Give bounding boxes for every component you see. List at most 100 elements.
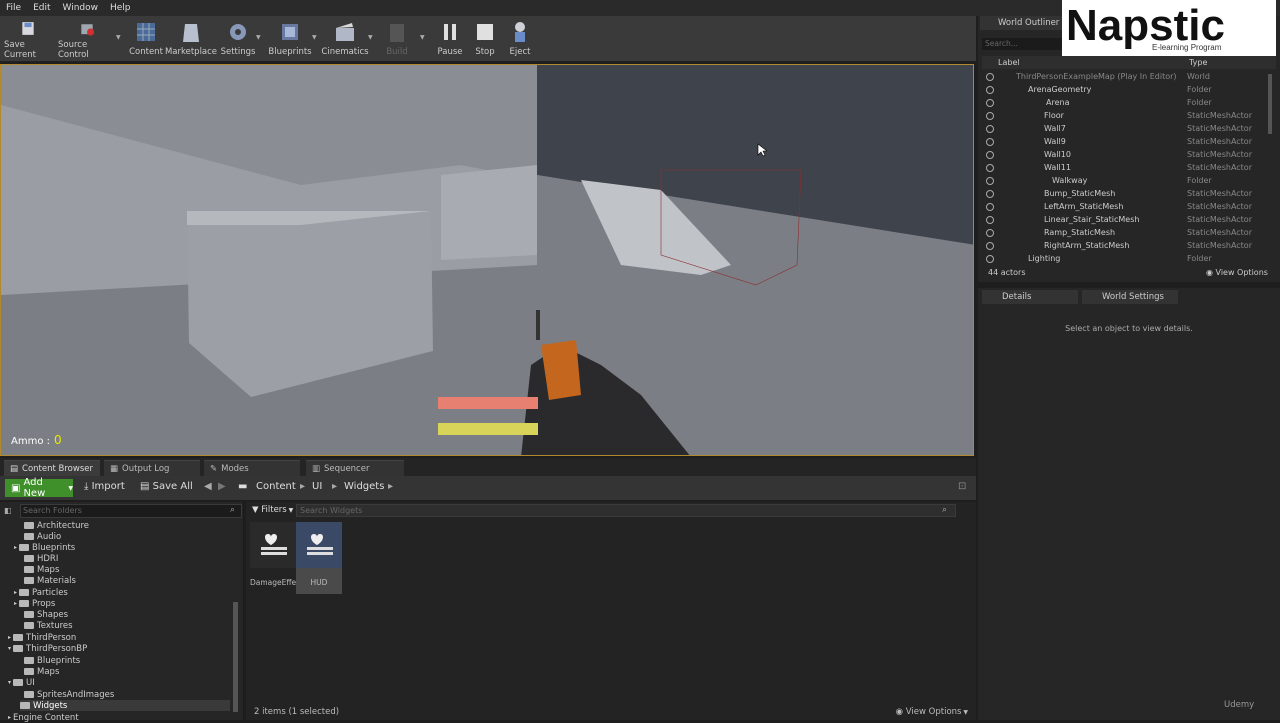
- visibility-icon[interactable]: [986, 229, 994, 237]
- visibility-icon[interactable]: [986, 73, 994, 81]
- chevron-down-icon[interactable]: ▼: [368, 34, 373, 41]
- menu-window[interactable]: Window: [57, 3, 105, 13]
- visibility-icon[interactable]: [986, 216, 994, 224]
- expand-arrow-icon[interactable]: ▸: [8, 634, 11, 641]
- outliner-row[interactable]: Wall7 StaticMeshActor: [982, 124, 1272, 136]
- lock-icon[interactable]: ⊡: [958, 481, 966, 492]
- folder-item-selected[interactable]: Widgets: [20, 700, 230, 711]
- folder-item[interactable]: ▾ UI: [8, 677, 35, 688]
- folder-item[interactable]: ▸ Blueprints: [14, 542, 75, 553]
- tab-world-outliner[interactable]: World Outliner: [980, 16, 1068, 30]
- import-button[interactable]: ⤓ Import: [84, 481, 125, 492]
- outliner-row[interactable]: Linear_Stair_StaticMesh StaticMeshActor: [982, 215, 1272, 227]
- chevron-down-icon[interactable]: ▼: [256, 34, 261, 41]
- asset-tile[interactable]: DamageEffect: [250, 522, 296, 594]
- tab-details[interactable]: Details: [982, 290, 1078, 304]
- folder-item[interactable]: SpritesAndImages: [24, 689, 114, 700]
- chevron-down-icon[interactable]: ▼: [312, 34, 317, 41]
- column-label[interactable]: Label: [998, 58, 1020, 67]
- outliner-row[interactable]: Bump_StaticMesh StaticMeshActor: [982, 189, 1272, 201]
- outliner-row[interactable]: Walkway Folder: [982, 176, 1272, 188]
- menu-edit[interactable]: Edit: [27, 3, 56, 13]
- visibility-icon[interactable]: [986, 255, 994, 263]
- visibility-icon[interactable]: [986, 203, 994, 211]
- source-control-button[interactable]: Source Control: [58, 18, 116, 60]
- blueprints-button[interactable]: Blueprints: [268, 18, 312, 60]
- folder-item[interactable]: ▸ ThirdPerson: [8, 632, 76, 643]
- outliner-row[interactable]: Ramp_StaticMesh StaticMeshActor: [982, 228, 1272, 240]
- outliner-row[interactable]: Arena Folder: [982, 98, 1272, 110]
- folder-item[interactable]: Audio: [24, 531, 61, 542]
- save-current-button[interactable]: Save Current: [4, 18, 52, 60]
- visibility-icon[interactable]: [986, 151, 994, 159]
- folder-item[interactable]: ▾ ThirdPersonBP: [8, 643, 87, 654]
- visibility-icon[interactable]: [986, 177, 994, 185]
- marketplace-button[interactable]: Marketplace: [165, 18, 217, 60]
- menu-help[interactable]: Help: [104, 3, 137, 13]
- scrollbar[interactable]: [1268, 74, 1272, 134]
- tab-world-settings[interactable]: World Settings: [1082, 290, 1178, 304]
- stop-button[interactable]: Stop: [472, 18, 498, 60]
- asset-tile-selected[interactable]: HUD: [296, 522, 342, 594]
- menu-file[interactable]: File: [0, 3, 27, 13]
- outliner-row[interactable]: Floor StaticMeshActor: [982, 111, 1272, 123]
- game-viewport[interactable]: Ammo : 0: [0, 64, 974, 456]
- content-button[interactable]: Content: [128, 18, 164, 60]
- collapse-panel-icon[interactable]: ◧: [4, 506, 12, 515]
- folder-item[interactable]: Shapes: [24, 609, 68, 620]
- build-button[interactable]: Build: [380, 18, 414, 60]
- visibility-icon[interactable]: [986, 138, 994, 146]
- outliner-row[interactable]: Wall11 StaticMeshActor: [982, 163, 1272, 175]
- scrollbar[interactable]: [233, 602, 238, 712]
- visibility-icon[interactable]: [986, 190, 994, 198]
- outliner-search-input[interactable]: Search...: [982, 38, 1062, 50]
- visibility-icon[interactable]: [986, 125, 994, 133]
- save-all-button[interactable]: ▤ Save All: [140, 481, 193, 492]
- tab-output-log[interactable]: ▦ Output Log: [104, 460, 200, 476]
- add-new-button[interactable]: ▣ Add New ▼: [5, 477, 73, 499]
- folder-item[interactable]: Blueprints: [24, 655, 80, 666]
- settings-button[interactable]: Settings: [220, 18, 256, 60]
- folder-item[interactable]: ▸ Particles: [14, 587, 68, 598]
- outliner-row[interactable]: ThirdPersonExampleMap (Play In Editor) Wo…: [982, 72, 1272, 84]
- view-options-button[interactable]: ◉ View Options: [1206, 268, 1268, 277]
- outliner-row[interactable]: Lighting Folder: [982, 254, 1272, 266]
- breadcrumb-ui[interactable]: UI: [312, 481, 322, 492]
- tab-sequencer[interactable]: ▥ Sequencer: [306, 460, 404, 476]
- folder-item[interactable]: ▸ Engine Content: [8, 712, 79, 723]
- outliner-row[interactable]: Wall10 StaticMeshActor: [982, 150, 1272, 162]
- tab-content-browser[interactable]: ▤ Content Browser: [4, 460, 100, 476]
- asset-search-input[interactable]: Search Widgets: [296, 504, 956, 517]
- folder-item[interactable]: HDRI: [24, 553, 58, 564]
- outliner-row[interactable]: ArenaGeometry Folder: [982, 85, 1272, 97]
- tab-modes[interactable]: ✎ Modes: [204, 460, 300, 476]
- breadcrumb-content[interactable]: Content: [256, 481, 296, 492]
- outliner-row[interactable]: RightArm_StaticMesh StaticMeshActor: [982, 241, 1272, 253]
- visibility-icon[interactable]: [986, 164, 994, 172]
- outliner-row[interactable]: Wall9 StaticMeshActor: [982, 137, 1272, 149]
- pause-button[interactable]: Pause: [436, 18, 464, 60]
- collapse-arrow-icon[interactable]: ▾: [8, 645, 11, 652]
- column-type[interactable]: Type: [1189, 58, 1207, 67]
- expand-arrow-icon[interactable]: ▸: [14, 589, 17, 596]
- folder-item[interactable]: Maps: [24, 666, 59, 677]
- visibility-icon[interactable]: [986, 242, 994, 250]
- chevron-down-icon[interactable]: ▼: [116, 34, 121, 41]
- folder-item[interactable]: Textures: [24, 620, 73, 631]
- outliner-row[interactable]: LeftArm_StaticMesh StaticMeshActor: [982, 202, 1272, 214]
- visibility-icon[interactable]: [986, 99, 994, 107]
- visibility-icon[interactable]: [986, 86, 994, 94]
- folder-item[interactable]: ▸ Props: [14, 598, 55, 609]
- chevron-down-icon[interactable]: ▼: [420, 34, 425, 41]
- view-options-button[interactable]: ◉ View Options ▼: [896, 707, 968, 717]
- folder-item[interactable]: Architecture: [24, 520, 89, 531]
- folder-search-input[interactable]: Search Folders: [20, 504, 242, 518]
- eject-button[interactable]: Eject: [506, 18, 534, 60]
- breadcrumb-widgets[interactable]: Widgets: [344, 481, 384, 492]
- filters-button[interactable]: ▼ Filters ▼: [252, 505, 293, 515]
- collapse-arrow-icon[interactable]: ▾: [8, 679, 11, 686]
- cinematics-button[interactable]: Cinematics: [321, 18, 369, 60]
- back-arrow-icon[interactable]: ◀: [204, 481, 212, 492]
- expand-arrow-icon[interactable]: ▸: [14, 544, 17, 551]
- folder-item[interactable]: Materials: [24, 575, 76, 586]
